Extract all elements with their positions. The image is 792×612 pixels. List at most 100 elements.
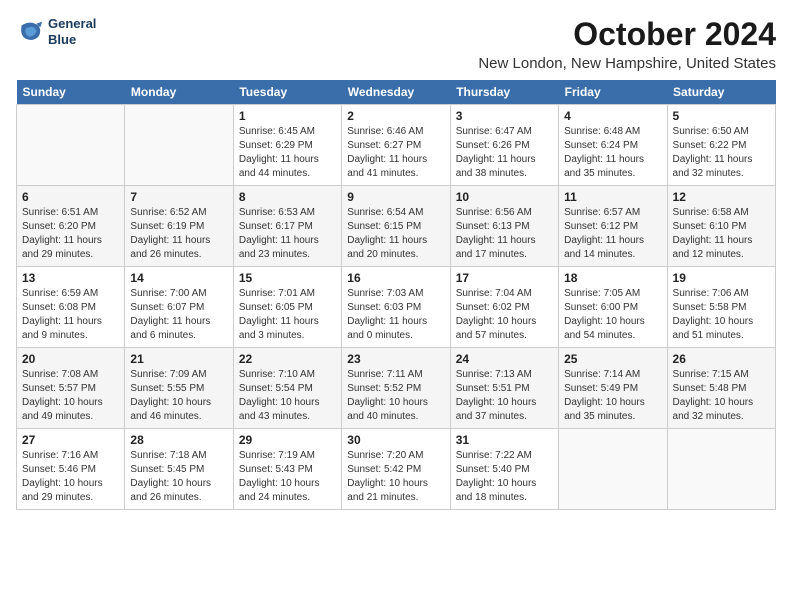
week-row-3: 13 Sunrise: 6:59 AM Sunset: 6:08 PM Dayli…: [17, 267, 776, 348]
day-info: Sunrise: 7:22 AM Sunset: 5:40 PM Dayligh…: [456, 449, 553, 505]
day-info: Sunrise: 6:53 AM Sunset: 6:17 PM Dayligh…: [239, 206, 336, 262]
month-title: October 2024: [478, 16, 776, 53]
day-number: 29: [239, 433, 336, 447]
weekday-header-sunday: Sunday: [17, 80, 125, 105]
calendar-cell: 18 Sunrise: 7:05 AM Sunset: 6:00 PM Dayli…: [559, 267, 667, 348]
calendar-cell: 16 Sunrise: 7:03 AM Sunset: 6:03 PM Dayli…: [342, 267, 450, 348]
calendar-cell: 6 Sunrise: 6:51 AM Sunset: 6:20 PM Daylig…: [17, 186, 125, 267]
day-number: 12: [673, 190, 770, 204]
location-title: New London, New Hampshire, United States: [478, 55, 776, 72]
logo: General Blue: [16, 16, 96, 47]
day-info: Sunrise: 6:51 AM Sunset: 6:20 PM Dayligh…: [22, 206, 119, 262]
day-info: Sunrise: 7:00 AM Sunset: 6:07 PM Dayligh…: [130, 287, 227, 343]
day-info: Sunrise: 6:48 AM Sunset: 6:24 PM Dayligh…: [564, 125, 661, 181]
calendar-cell: 24 Sunrise: 7:13 AM Sunset: 5:51 PM Dayli…: [450, 348, 558, 429]
calendar-cell: 8 Sunrise: 6:53 AM Sunset: 6:17 PM Daylig…: [233, 186, 341, 267]
title-block: October 2024 New London, New Hampshire, …: [478, 16, 776, 72]
day-info: Sunrise: 7:05 AM Sunset: 6:00 PM Dayligh…: [564, 287, 661, 343]
calendar-cell: 2 Sunrise: 6:46 AM Sunset: 6:27 PM Daylig…: [342, 105, 450, 186]
day-info: Sunrise: 6:59 AM Sunset: 6:08 PM Dayligh…: [22, 287, 119, 343]
calendar-cell: 1 Sunrise: 6:45 AM Sunset: 6:29 PM Daylig…: [233, 105, 341, 186]
calendar-cell: [667, 429, 775, 510]
day-number: 9: [347, 190, 444, 204]
calendar-cell: 30 Sunrise: 7:20 AM Sunset: 5:42 PM Dayli…: [342, 429, 450, 510]
calendar-cell: 10 Sunrise: 6:56 AM Sunset: 6:13 PM Dayli…: [450, 186, 558, 267]
weekday-header-row: SundayMondayTuesdayWednesdayThursdayFrid…: [17, 80, 776, 105]
calendar-table: SundayMondayTuesdayWednesdayThursdayFrid…: [16, 80, 776, 510]
day-info: Sunrise: 7:13 AM Sunset: 5:51 PM Dayligh…: [456, 368, 553, 424]
day-number: 15: [239, 271, 336, 285]
day-info: Sunrise: 7:18 AM Sunset: 5:45 PM Dayligh…: [130, 449, 227, 505]
calendar-cell: [559, 429, 667, 510]
day-number: 5: [673, 109, 770, 123]
day-number: 24: [456, 352, 553, 366]
page-header: General Blue October 2024 New London, Ne…: [16, 16, 776, 72]
calendar-cell: 4Sunrise: 6:48 AM Sunset: 6:24 PM Daylig…: [559, 105, 667, 186]
day-number: 26: [673, 352, 770, 366]
weekday-header-monday: Monday: [125, 80, 233, 105]
day-info: Sunrise: 6:45 AM Sunset: 6:29 PM Dayligh…: [239, 125, 336, 181]
calendar-cell: 17Sunrise: 7:04 AM Sunset: 6:02 PM Dayli…: [450, 267, 558, 348]
day-number: 18: [564, 271, 661, 285]
day-number: 17: [456, 271, 553, 285]
day-number: 10: [456, 190, 553, 204]
day-info: Sunrise: 7:11 AM Sunset: 5:52 PM Dayligh…: [347, 368, 444, 424]
weekday-header-thursday: Thursday: [450, 80, 558, 105]
day-number: 16: [347, 271, 444, 285]
weekday-header-friday: Friday: [559, 80, 667, 105]
day-number: 23: [347, 352, 444, 366]
day-number: 6: [22, 190, 119, 204]
day-number: 3: [456, 109, 553, 123]
day-info: Sunrise: 6:46 AM Sunset: 6:27 PM Dayligh…: [347, 125, 444, 181]
day-number: 1: [239, 109, 336, 123]
day-info: Sunrise: 7:09 AM Sunset: 5:55 PM Dayligh…: [130, 368, 227, 424]
day-number: 21: [130, 352, 227, 366]
day-number: 14: [130, 271, 227, 285]
calendar-cell: 20 Sunrise: 7:08 AM Sunset: 5:57 PM Dayli…: [17, 348, 125, 429]
day-number: 19: [673, 271, 770, 285]
day-info: Sunrise: 7:03 AM Sunset: 6:03 PM Dayligh…: [347, 287, 444, 343]
day-number: 8: [239, 190, 336, 204]
day-info: Sunrise: 7:19 AM Sunset: 5:43 PM Dayligh…: [239, 449, 336, 505]
calendar-cell: 29 Sunrise: 7:19 AM Sunset: 5:43 PM Dayli…: [233, 429, 341, 510]
weekday-header-wednesday: Wednesday: [342, 80, 450, 105]
calendar-cell: 11Sunrise: 6:57 AM Sunset: 6:12 PM Dayli…: [559, 186, 667, 267]
logo-text: General Blue: [48, 16, 96, 47]
calendar-cell: 19 Sunrise: 7:06 AM Sunset: 5:58 PM Dayli…: [667, 267, 775, 348]
weekday-header-saturday: Saturday: [667, 80, 775, 105]
day-info: Sunrise: 6:57 AM Sunset: 6:12 PM Dayligh…: [564, 206, 661, 262]
week-row-2: 6 Sunrise: 6:51 AM Sunset: 6:20 PM Daylig…: [17, 186, 776, 267]
calendar-cell: [125, 105, 233, 186]
day-info: Sunrise: 7:10 AM Sunset: 5:54 PM Dayligh…: [239, 368, 336, 424]
day-number: 2: [347, 109, 444, 123]
week-row-5: 27Sunrise: 7:16 AM Sunset: 5:46 PM Dayli…: [17, 429, 776, 510]
day-info: Sunrise: 6:47 AM Sunset: 6:26 PM Dayligh…: [456, 125, 553, 181]
calendar-cell: 14 Sunrise: 7:00 AM Sunset: 6:07 PM Dayli…: [125, 267, 233, 348]
day-number: 28: [130, 433, 227, 447]
day-info: Sunrise: 7:15 AM Sunset: 5:48 PM Dayligh…: [673, 368, 770, 424]
day-info: Sunrise: 7:20 AM Sunset: 5:42 PM Dayligh…: [347, 449, 444, 505]
day-number: 27: [22, 433, 119, 447]
week-row-1: 1 Sunrise: 6:45 AM Sunset: 6:29 PM Daylig…: [17, 105, 776, 186]
calendar-cell: 13 Sunrise: 6:59 AM Sunset: 6:08 PM Dayli…: [17, 267, 125, 348]
calendar-cell: [17, 105, 125, 186]
calendar-cell: 9Sunrise: 6:54 AM Sunset: 6:15 PM Daylig…: [342, 186, 450, 267]
day-number: 13: [22, 271, 119, 285]
day-info: Sunrise: 6:52 AM Sunset: 6:19 PM Dayligh…: [130, 206, 227, 262]
calendar-cell: 21 Sunrise: 7:09 AM Sunset: 5:55 PM Dayli…: [125, 348, 233, 429]
day-info: Sunrise: 6:56 AM Sunset: 6:13 PM Dayligh…: [456, 206, 553, 262]
day-number: 30: [347, 433, 444, 447]
calendar-cell: 23 Sunrise: 7:11 AM Sunset: 5:52 PM Dayli…: [342, 348, 450, 429]
weekday-header-tuesday: Tuesday: [233, 80, 341, 105]
day-number: 31: [456, 433, 553, 447]
day-info: Sunrise: 7:01 AM Sunset: 6:05 PM Dayligh…: [239, 287, 336, 343]
calendar-cell: 12 Sunrise: 6:58 AM Sunset: 6:10 PM Dayli…: [667, 186, 775, 267]
calendar-cell: 28 Sunrise: 7:18 AM Sunset: 5:45 PM Dayli…: [125, 429, 233, 510]
day-info: Sunrise: 6:50 AM Sunset: 6:22 PM Dayligh…: [673, 125, 770, 181]
day-info: Sunrise: 7:06 AM Sunset: 5:58 PM Dayligh…: [673, 287, 770, 343]
calendar-cell: 5 Sunrise: 6:50 AM Sunset: 6:22 PM Daylig…: [667, 105, 775, 186]
day-info: Sunrise: 7:08 AM Sunset: 5:57 PM Dayligh…: [22, 368, 119, 424]
day-info: Sunrise: 6:58 AM Sunset: 6:10 PM Dayligh…: [673, 206, 770, 262]
day-number: 20: [22, 352, 119, 366]
day-info: Sunrise: 7:14 AM Sunset: 5:49 PM Dayligh…: [564, 368, 661, 424]
